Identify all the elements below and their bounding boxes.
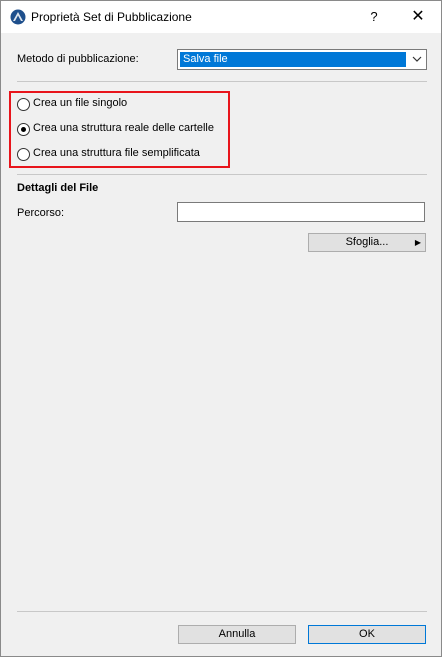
cancel-button[interactable]: Annulla <box>178 625 296 644</box>
file-details-heading: Dettagli del File <box>17 182 99 194</box>
title-bar: Proprietà Set di Pubblicazione ? ✕ <box>1 1 441 33</box>
close-button[interactable]: ✕ <box>399 1 437 33</box>
chevron-right-icon: ▶ <box>414 238 421 247</box>
footer-separator <box>17 611 427 612</box>
app-icon <box>10 9 26 25</box>
method-label: Metodo di pubblicazione: <box>17 53 139 65</box>
radio-label: Crea un file singolo <box>33 97 128 109</box>
chevron-down-icon <box>408 50 426 69</box>
browse-label: Sfoglia... <box>345 236 389 248</box>
method-dropdown[interactable]: Salva file <box>177 49 427 70</box>
path-label: Percorso: <box>17 207 65 219</box>
browse-button[interactable]: Sfoglia... ▶ <box>308 233 426 252</box>
help-button[interactable]: ? <box>357 1 391 33</box>
radio-button[interactable] <box>17 148 30 161</box>
ok-button[interactable]: OK <box>308 625 426 644</box>
path-input[interactable] <box>177 202 425 222</box>
radio-label: Crea una struttura file semplificata <box>33 147 200 159</box>
method-selected-value: Salva file <box>180 52 406 67</box>
window-title: Proprietà Set di Pubblicazione <box>31 10 192 24</box>
dialog-window: Proprietà Set di Pubblicazione ? ✕ Metod… <box>0 0 442 657</box>
radio-label: Crea una struttura reale delle cartelle <box>33 122 214 134</box>
separator <box>17 81 427 82</box>
dialog-body: Metodo di pubblicazione: Salva file Crea… <box>1 33 441 656</box>
radio-button[interactable] <box>17 98 30 111</box>
separator <box>17 174 427 175</box>
radio-button[interactable] <box>17 123 30 136</box>
